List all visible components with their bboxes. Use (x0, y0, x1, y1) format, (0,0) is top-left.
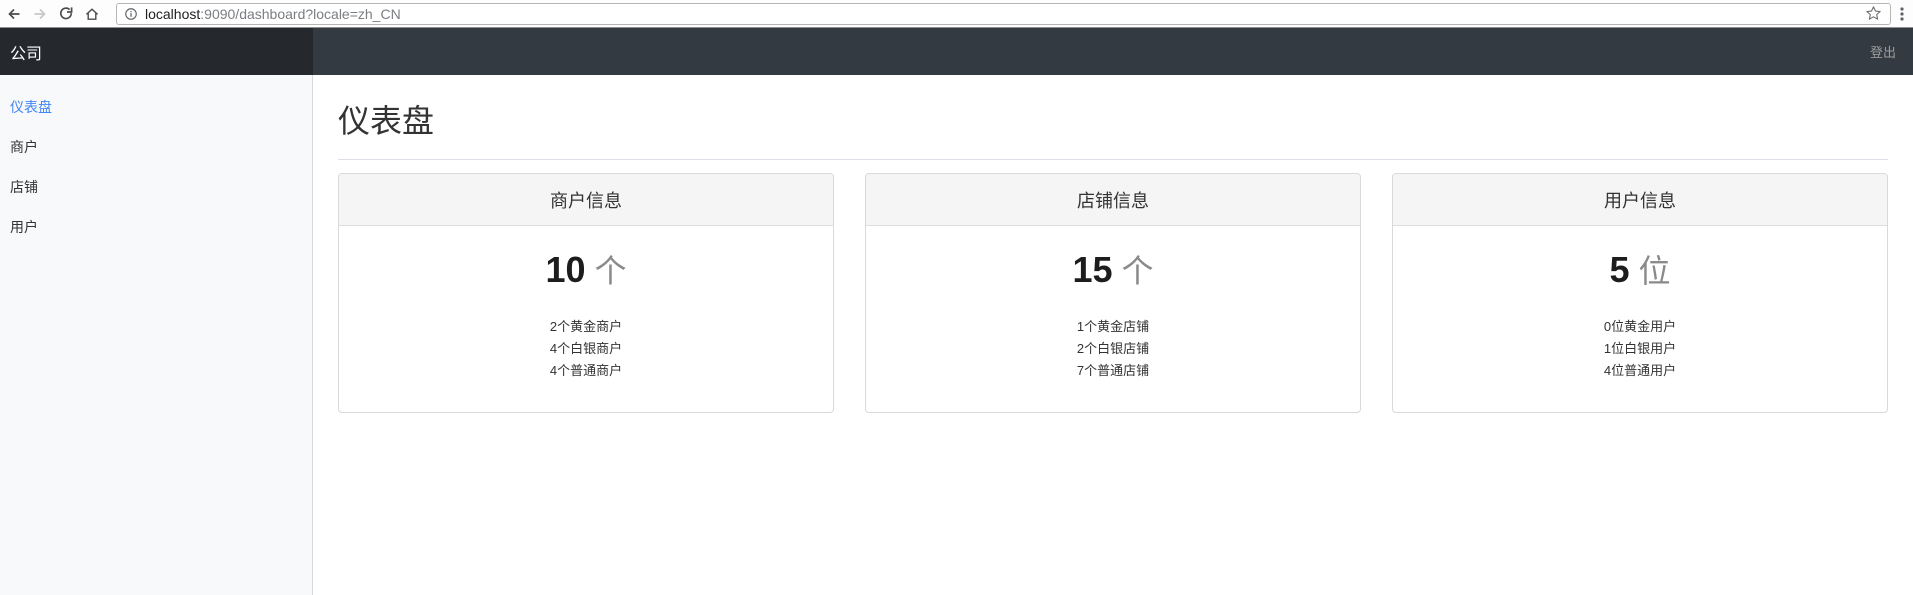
detail-line: 4个普通商户 (549, 363, 623, 378)
sidebar: 仪表盘 商户 店铺 用户 (0, 75, 313, 595)
merchant-info-card: 商户信息 10 个 2个黄金商户 4个白银商户 4个普通商户 (338, 173, 834, 413)
card-body: 5位 0位黄金用户 1位白银用户 4位普通用户 (1393, 226, 1887, 382)
address-bar[interactable]: localhost:9090/dashboard?locale=zh_CN (116, 2, 1891, 25)
navbar-right: 登出 (313, 28, 1913, 75)
stat-cards-row: 商户信息 10 个 2个黄金商户 4个白银商户 4个普通商户 店铺信息 15 个 1… (338, 173, 1888, 413)
brand[interactable]: 公司 (0, 28, 313, 75)
browser-toolbar: localhost:9090/dashboard?locale=zh_CN (0, 0, 1913, 28)
bookmark-star-icon[interactable] (1864, 4, 1883, 23)
url-text[interactable]: localhost:9090/dashboard?locale=zh_CN (145, 6, 401, 22)
card-title: 店铺信息 (866, 174, 1360, 226)
forward-icon[interactable] (32, 6, 48, 22)
detail-line: 4个白银商户 (549, 341, 623, 356)
detail-line: 1位白银用户 (1603, 341, 1677, 356)
url-path: :9090/dashboard?locale=zh_CN (200, 5, 401, 22)
user-count: 5位 (1609, 249, 1671, 290)
card-title: 商户信息 (339, 174, 833, 226)
main-panel: 仪表盘 商户信息 10 个 2个黄金商户 4个白银商户 4个普通商户 店铺信息 1… (313, 75, 1913, 595)
shop-info-card: 店铺信息 15 个 1个黄金店铺 2个白银店铺 7个普通店铺 (865, 173, 1361, 413)
card-body: 15 个 1个黄金店铺 2个白银店铺 7个普通店铺 (866, 226, 1360, 382)
back-icon[interactable] (6, 6, 22, 22)
detail-line: 7个普通店铺 (1076, 363, 1150, 378)
user-breakdown: 0位黄金用户 1位白银用户 4位普通用户 (1393, 316, 1887, 382)
card-title: 用户信息 (1393, 174, 1887, 226)
logout-link[interactable]: 登出 (1870, 42, 1896, 61)
sidebar-item-shops[interactable]: 店铺 (10, 167, 302, 207)
sidebar-item-dashboard[interactable]: 仪表盘 (10, 87, 302, 127)
detail-line: 1个黄金店铺 (1076, 319, 1150, 334)
sidebar-item-users[interactable]: 用户 (10, 207, 302, 247)
detail-line: 2个黄金商户 (549, 319, 623, 334)
merchant-count: 10 个 (545, 249, 627, 290)
detail-line: 2个白银店铺 (1076, 341, 1150, 356)
reload-icon[interactable] (58, 6, 74, 22)
user-info-card: 用户信息 5位 0位黄金用户 1位白银用户 4位普通用户 (1392, 173, 1888, 413)
merchant-breakdown: 2个黄金商户 4个白银商户 4个普通商户 (339, 316, 833, 382)
shop-count: 15 个 (1072, 249, 1154, 290)
home-icon[interactable] (84, 6, 100, 22)
sidebar-item-merchants[interactable]: 商户 (10, 127, 302, 167)
app-navbar: 公司 登出 (0, 28, 1913, 75)
sidebar-menu: 仪表盘 商户 店铺 用户 (10, 87, 302, 247)
browser-menu-icon[interactable] (1899, 6, 1905, 22)
shop-breakdown: 1个黄金店铺 2个白银店铺 7个普通店铺 (866, 316, 1360, 382)
detail-line: 4位普通用户 (1603, 363, 1677, 378)
card-body: 10 个 2个黄金商户 4个白银商户 4个普通商户 (339, 226, 833, 382)
title-divider (338, 159, 1888, 160)
url-host: localhost (145, 5, 201, 22)
content-area: 仪表盘 商户 店铺 用户 仪表盘 商户信息 10 个 2个黄金商户 4个白银商户 … (0, 75, 1913, 595)
info-icon[interactable] (124, 7, 138, 21)
page-title: 仪表盘 (338, 103, 435, 139)
detail-line: 0位黄金用户 (1603, 319, 1677, 334)
